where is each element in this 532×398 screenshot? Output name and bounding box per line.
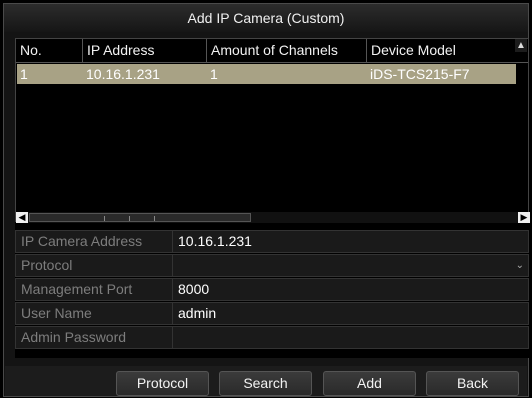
admin-password-row: Admin Password	[15, 326, 529, 349]
horizontal-scrollbar[interactable]: ◀ ▶	[16, 212, 530, 223]
dialog-footer: Protocol Search Add Back	[5, 366, 527, 396]
back-button[interactable]: Back	[426, 371, 519, 396]
grip-mark	[129, 216, 130, 221]
protocol-select[interactable]	[178, 255, 528, 276]
dialog-title: Add IP Camera (Custom)	[4, 4, 528, 32]
add-button[interactable]: Add	[323, 371, 416, 396]
row-channels: 1	[210, 66, 218, 82]
row-no: 1	[20, 66, 28, 82]
protocol-button[interactable]: Protocol	[116, 371, 209, 396]
table-row[interactable]: 1 10.16.1.231 1 iDS-TCS215-F7	[17, 64, 516, 84]
ip-camera-address-label: IP Camera Address	[16, 231, 173, 252]
user-name-field[interactable]: admin	[178, 303, 528, 324]
grip-mark	[104, 216, 105, 221]
camera-list: No. IP Address Amount of Channels Device…	[15, 38, 530, 223]
admin-password-label: Admin Password	[16, 327, 173, 348]
scroll-up-icon[interactable]: ▲	[515, 39, 527, 52]
add-ip-camera-dialog: Add IP Camera (Custom) No. IP Address Am…	[3, 3, 530, 397]
dialog-content: No. IP Address Amount of Channels Device…	[15, 38, 530, 358]
ip-camera-address-field[interactable]: 10.16.1.231	[178, 231, 528, 252]
column-header-no[interactable]: No.	[16, 39, 82, 62]
chevron-right-icon[interactable]: ▶	[518, 212, 530, 223]
protocol-row: Protocol ⌄	[15, 254, 529, 277]
management-port-field[interactable]: 8000	[178, 279, 528, 300]
chevron-left-icon[interactable]: ◀	[16, 212, 28, 223]
search-button[interactable]: Search	[219, 371, 312, 396]
column-header-device-model[interactable]: Device Model	[366, 39, 516, 62]
protocol-label: Protocol	[16, 255, 173, 276]
scrollbar-thumb[interactable]	[29, 213, 251, 222]
management-port-label: Management Port	[16, 279, 173, 300]
user-name-row: User Name admin	[15, 302, 529, 325]
user-name-label: User Name	[16, 303, 173, 324]
management-port-row: Management Port 8000	[15, 278, 529, 301]
row-ip-address: 10.16.1.231	[86, 66, 160, 82]
camera-list-header: No. IP Address Amount of Channels Device…	[16, 39, 528, 63]
grip-mark	[154, 216, 155, 221]
row-device-model: iDS-TCS215-F7	[370, 66, 470, 82]
ip-camera-address-row: IP Camera Address 10.16.1.231	[15, 230, 529, 253]
column-header-ip-address[interactable]: IP Address	[82, 39, 206, 62]
admin-password-field[interactable]	[178, 327, 528, 348]
column-header-amount-of-channels[interactable]: Amount of Channels	[206, 39, 366, 62]
chevron-down-icon[interactable]: ⌄	[516, 255, 524, 276]
